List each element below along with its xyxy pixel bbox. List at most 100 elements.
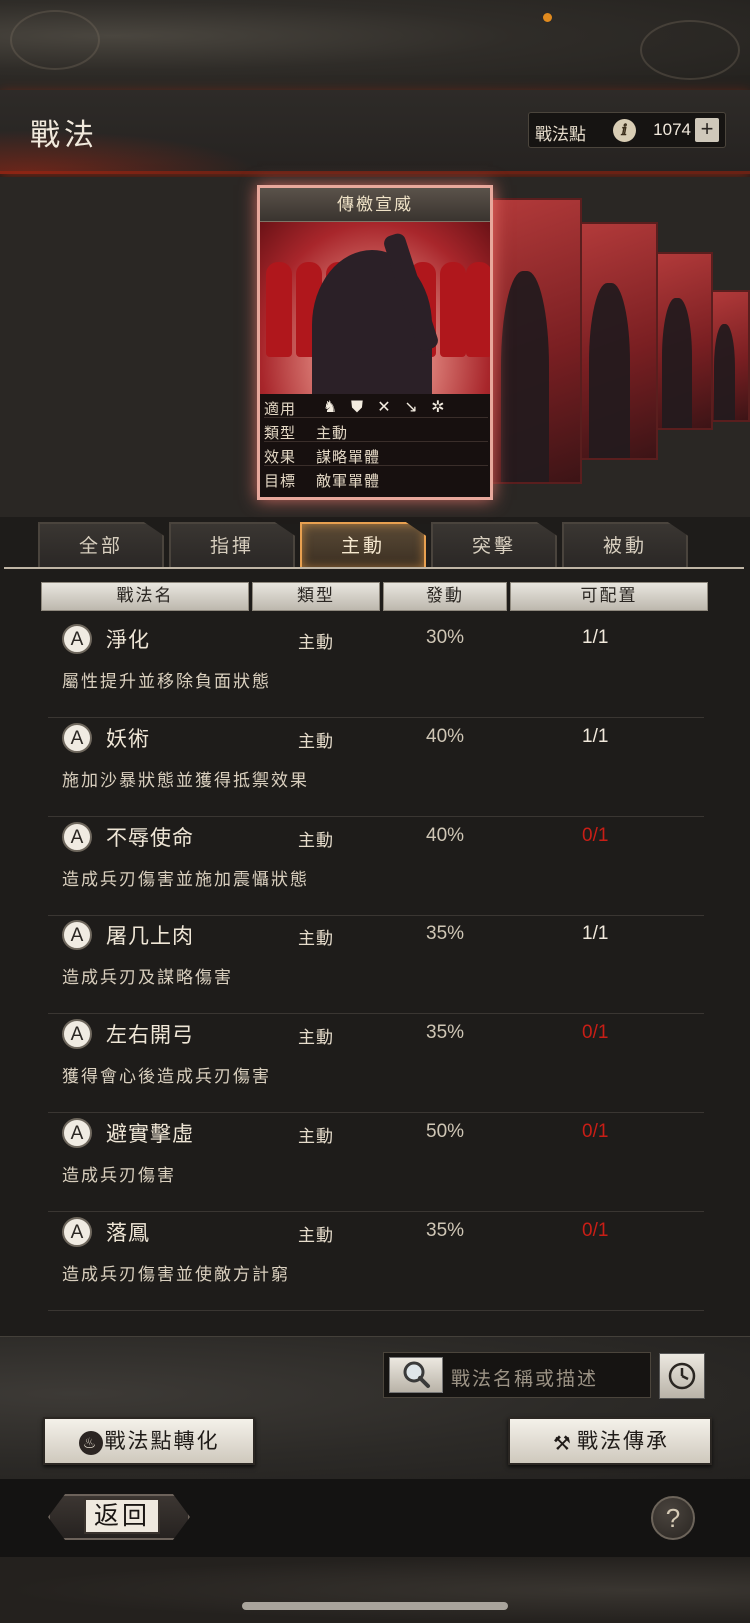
search-icon [403, 1361, 430, 1388]
tactic-name: 淨化 [106, 628, 150, 652]
convert-points-button[interactable]: ♨ 戰法點轉化 [43, 1417, 255, 1465]
table-row[interactable]: A 屠几上肉 主動 35% 1/1 造成兵刃及謀略傷害 [48, 918, 704, 1014]
inherit-tactic-label: 戰法傳承 [577, 1429, 669, 1453]
shield-icon: ⛊ [350, 397, 363, 416]
clock-icon [668, 1362, 696, 1390]
cloud-ornament [640, 20, 740, 80]
points-label: 戰法點 [535, 125, 586, 145]
tab-active[interactable]: 主動 [300, 522, 426, 568]
help-button[interactable]: ? [651, 1496, 695, 1540]
tactic-name: 避實擊虛 [106, 1122, 194, 1146]
sort-by-rate[interactable]: 發動 [383, 582, 507, 611]
tactic-points-display: 戰法點 ⅈ 1074 + [528, 112, 726, 148]
table-row[interactable]: A 淨化 主動 30% 1/1 屬性提升並移除負面狀態 [48, 622, 704, 718]
tactic-availability: 0/1 [582, 1121, 609, 1142]
spear-icon: ↘ [404, 397, 418, 416]
search-button[interactable] [389, 1357, 443, 1393]
grade-badge: A [62, 822, 92, 852]
grade-badge: A [62, 624, 92, 654]
inherit-tactic-button[interactable]: ⚒ 戰法傳承 [508, 1417, 712, 1465]
card-title: 傳檄宣威 [260, 188, 490, 222]
tactic-name: 不辱使命 [106, 826, 194, 850]
tactic-name: 妖術 [106, 727, 150, 751]
tactic-type: 主動 [298, 732, 334, 752]
tactic-type: 主動 [298, 929, 334, 949]
tactic-availability: 1/1 [582, 726, 609, 747]
card-row-applicable: 適用 ♞ ⛊ ✕ ↘ ✲ [264, 397, 488, 418]
card-thumbnail[interactable] [580, 222, 658, 460]
card-artwork [260, 222, 490, 400]
card-info-panel: 適用 ♞ ⛊ ✕ ↘ ✲ 類型 主動 效果 謀略單體 目標 敵軍單體 [260, 394, 490, 497]
grade-badge: A [62, 920, 92, 950]
tactic-description: 屬性提升並移除負面狀態 [62, 672, 271, 692]
grade-badge: A [62, 723, 92, 753]
tactic-rate: 35% [426, 1022, 465, 1043]
tactic-type: 主動 [298, 1028, 334, 1048]
tactic-description: 造成兵刃傷害並施加震懾狀態 [62, 870, 309, 890]
tactic-availability: 1/1 [582, 923, 609, 944]
tactic-description: 造成兵刃及謀略傷害 [62, 968, 233, 988]
add-points-button[interactable]: + [695, 118, 719, 142]
points-value: 1074 [653, 120, 691, 139]
history-button[interactable] [659, 1353, 705, 1399]
wheel-icon: ✲ [431, 397, 445, 416]
tab-divider [4, 567, 744, 569]
card-row-type: 類型 主動 [264, 421, 488, 442]
cavalry-icon: ♞ [322, 397, 338, 416]
tactic-availability: 0/1 [582, 825, 609, 846]
tactic-availability: 0/1 [582, 1022, 609, 1043]
table-row[interactable]: A 妖術 主動 40% 1/1 施加沙暴狀態並獲得抵禦效果 [48, 721, 704, 817]
back-button-label[interactable]: 返回 [84, 1498, 160, 1534]
card-thumbnail[interactable] [708, 290, 750, 422]
card-row-target: 目標 敵軍單體 [264, 472, 381, 490]
flame-icon: ♨ [78, 1430, 103, 1455]
tab-assault[interactable]: 突擊 [431, 522, 557, 568]
table-row[interactable]: A 不辱使命 主動 40% 0/1 造成兵刃傷害並施加震懾狀態 [48, 820, 704, 916]
card-thumbnail[interactable] [655, 252, 713, 430]
sort-by-available[interactable]: 可配置 [510, 582, 708, 611]
tactic-type: 主動 [298, 1127, 334, 1147]
tactic-availability: 0/1 [582, 1220, 609, 1241]
grade-badge: A [62, 1217, 92, 1247]
tactic-description: 施加沙暴狀態並獲得抵禦效果 [62, 771, 309, 791]
tactic-type: 主動 [298, 1226, 334, 1246]
tactic-description: 造成兵刃傷害 [62, 1166, 176, 1186]
convert-points-label: 戰法點轉化 [104, 1429, 220, 1453]
tactic-rate: 35% [426, 923, 465, 944]
sort-by-type[interactable]: 類型 [252, 582, 380, 611]
tactic-name: 左右開弓 [106, 1023, 194, 1047]
bow-icon: ✕ [377, 397, 391, 416]
hammer-icon: ⚒ [553, 1430, 573, 1455]
page-title: 戰法 [30, 118, 98, 153]
grade-badge: A [62, 1118, 92, 1148]
tactic-rate: 35% [426, 1220, 465, 1241]
sort-by-name[interactable]: 戰法名 [41, 582, 249, 611]
home-indicator[interactable] [242, 1602, 508, 1610]
tactic-rate: 40% [426, 726, 465, 747]
points-coin-icon: ⅈ [613, 119, 636, 142]
tactic-list[interactable]: A 淨化 主動 30% 1/1 屬性提升並移除負面狀態 A 妖術 主動 40% … [6, 620, 716, 1333]
tactic-description: 造成兵刃傷害並使敵方計窮 [62, 1265, 290, 1285]
notification-dot [543, 13, 552, 22]
card-row-effect: 效果 謀略單體 [264, 445, 488, 466]
tactic-type: 主動 [298, 831, 334, 851]
bottom-decor-band [0, 1557, 750, 1623]
tactic-rate: 40% [426, 825, 465, 846]
tab-command[interactable]: 指揮 [169, 522, 295, 568]
tactic-rate: 30% [426, 627, 465, 648]
tactic-description: 獲得會心後造成兵刃傷害 [62, 1067, 271, 1087]
grade-badge: A [62, 1019, 92, 1049]
card-thumbnail[interactable] [490, 198, 582, 484]
selected-tactic-card[interactable]: 傳檄宣威 適用 ♞ ⛊ ✕ ↘ ✲ 類型 主動 效果 謀略單體 目標 敵軍單體 [257, 185, 493, 500]
tactic-type: 主動 [298, 633, 334, 653]
tactic-name: 屠几上肉 [106, 924, 194, 948]
table-row[interactable]: A 避實擊虛 主動 50% 0/1 造成兵刃傷害 [48, 1116, 704, 1212]
top-decor-band [0, 0, 750, 90]
search-placeholder: 戰法名稱或描述 [451, 1368, 599, 1390]
tab-all[interactable]: 全部 [38, 522, 164, 568]
table-row[interactable]: A 落鳳 主動 35% 0/1 造成兵刃傷害並使敵方計窮 [48, 1215, 704, 1311]
table-row[interactable]: A 左右開弓 主動 35% 0/1 獲得會心後造成兵刃傷害 [48, 1017, 704, 1113]
tactic-availability: 1/1 [582, 627, 609, 648]
cloud-ornament [10, 10, 100, 70]
tab-passive[interactable]: 被動 [562, 522, 688, 568]
